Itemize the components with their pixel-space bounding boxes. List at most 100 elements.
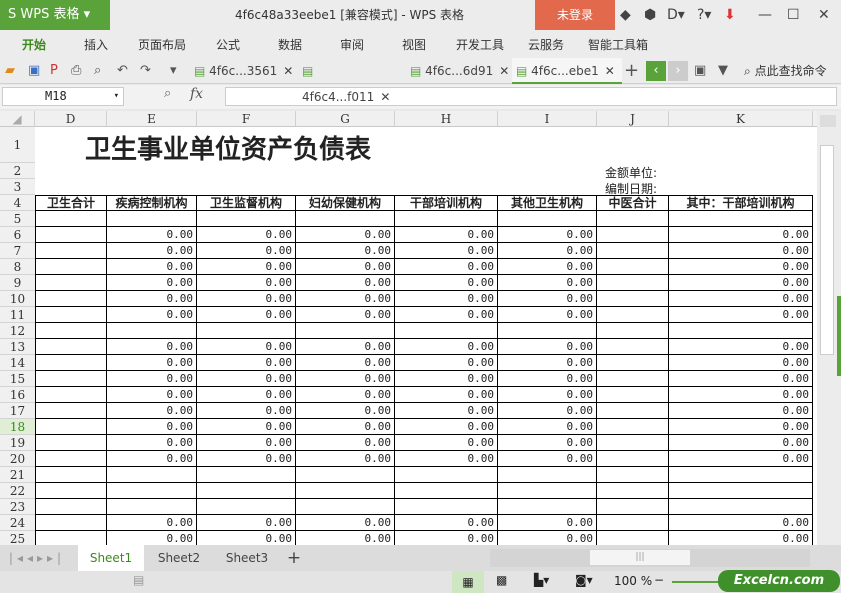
value-cell[interactable]: 0.00 (197, 339, 296, 355)
skin-icon[interactable]: ◆ (620, 0, 631, 30)
normal-view-icon[interactable]: ▦ (452, 571, 484, 593)
sheet-tab-sheet2[interactable]: Sheet2 (146, 545, 212, 571)
empty-cell[interactable] (498, 211, 597, 227)
column-header-I[interactable]: I (498, 111, 597, 127)
empty-cell[interactable] (395, 211, 498, 227)
search-command[interactable]: ⌕ 点此查找命令 (744, 58, 827, 84)
value-cell[interactable]: 0.00 (107, 259, 197, 275)
value-cell[interactable]: 0.00 (498, 531, 597, 545)
doc-tab[interactable]: ▤ 4f6c...3561 ✕ (190, 58, 294, 84)
empty-cell[interactable] (35, 339, 107, 355)
value-cell[interactable]: 0.00 (669, 387, 813, 403)
empty-cell[interactable] (35, 227, 107, 243)
settings-icon[interactable]: ⬢ (644, 0, 656, 30)
value-cell[interactable]: 0.00 (498, 435, 597, 451)
value-cell[interactable]: 0.00 (197, 387, 296, 403)
column-title-cell[interactable]: 其中：干部培训机构 (669, 195, 813, 211)
empty-cell[interactable] (498, 483, 597, 499)
hscroll-thumb[interactable]: ||| (590, 550, 690, 565)
value-cell[interactable]: 0.00 (197, 371, 296, 387)
menu-5[interactable]: 审阅 (340, 30, 364, 60)
value-cell[interactable]: 0.00 (395, 435, 498, 451)
empty-cell[interactable] (107, 499, 197, 515)
empty-cell[interactable] (597, 499, 669, 515)
add-sheet-button[interactable]: + (284, 545, 304, 571)
empty-cell[interactable] (296, 323, 395, 339)
column-header-E[interactable]: E (107, 111, 197, 127)
more-dropdown-icon[interactable]: ▾ (170, 58, 177, 84)
empty-cell[interactable] (597, 275, 669, 291)
doc-tab[interactable]: ▤ 4f6c...6d91 ✕ (406, 58, 510, 84)
value-cell[interactable]: 0.00 (669, 435, 813, 451)
empty-cell[interactable] (35, 291, 107, 307)
menu-2[interactable]: 页面布局 (138, 30, 186, 60)
empty-cell[interactable] (597, 483, 669, 499)
value-cell[interactable]: 0.00 (395, 243, 498, 259)
value-cell[interactable]: 0.00 (669, 515, 813, 531)
empty-cell[interactable] (107, 323, 197, 339)
value-cell[interactable]: 0.00 (296, 275, 395, 291)
value-cell[interactable]: 0.00 (395, 339, 498, 355)
empty-cell[interactable] (597, 307, 669, 323)
value-cell[interactable]: 0.00 (498, 419, 597, 435)
row-header-18[interactable]: 18 (0, 419, 35, 435)
row-header-19[interactable]: 19 (0, 435, 35, 451)
row-header-13[interactable]: 13 (0, 339, 35, 355)
empty-cell[interactable] (197, 211, 296, 227)
value-cell[interactable]: 0.00 (669, 307, 813, 323)
value-cell[interactable]: 0.00 (296, 243, 395, 259)
name-box[interactable]: M18 ▾ (2, 87, 124, 106)
value-cell[interactable]: 0.00 (197, 291, 296, 307)
value-cell[interactable]: 0.00 (197, 403, 296, 419)
value-cell[interactable]: 0.00 (197, 227, 296, 243)
login-button[interactable]: 未登录 (535, 0, 615, 30)
row-header-8[interactable]: 8 (0, 259, 35, 275)
value-cell[interactable]: 0.00 (669, 451, 813, 467)
value-cell[interactable]: 0.00 (395, 291, 498, 307)
empty-cell[interactable] (35, 371, 107, 387)
empty-cell[interactable] (498, 499, 597, 515)
value-cell[interactable]: 0.00 (296, 371, 395, 387)
column-title-cell[interactable]: 卫生监督机构 (197, 195, 296, 211)
download-icon[interactable]: ⬇ (724, 0, 736, 30)
empty-cell[interactable] (35, 451, 107, 467)
empty-cell[interactable] (107, 467, 197, 483)
menu-3[interactable]: 公式 (216, 30, 240, 60)
empty-cell[interactable] (35, 211, 107, 227)
empty-cell[interactable] (296, 211, 395, 227)
empty-cell[interactable] (597, 371, 669, 387)
horizontal-scrollbar[interactable]: ||| (490, 549, 810, 567)
value-cell[interactable]: 0.00 (669, 259, 813, 275)
empty-cell[interactable] (597, 323, 669, 339)
value-cell[interactable]: 0.00 (395, 227, 498, 243)
value-cell[interactable]: 0.00 (669, 339, 813, 355)
value-cell[interactable]: 0.00 (296, 419, 395, 435)
row-header-16[interactable]: 16 (0, 387, 35, 403)
feedback-icon[interactable]: D▾ (667, 0, 685, 30)
doc-tab[interactable]: ▤ 4f6c...ebe1 ✕ (512, 58, 622, 84)
value-cell[interactable]: 0.00 (669, 275, 813, 291)
value-cell[interactable]: 0.00 (296, 355, 395, 371)
value-cell[interactable]: 0.00 (197, 515, 296, 531)
empty-cell[interactable] (107, 483, 197, 499)
column-title-cell[interactable]: 干部培训机构 (395, 195, 498, 211)
page-break-view-icon[interactable]: ▩ (496, 573, 507, 587)
value-cell[interactable]: 0.00 (296, 259, 395, 275)
row-header-23[interactable]: 23 (0, 499, 35, 515)
value-cell[interactable]: 0.00 (296, 307, 395, 323)
value-cell[interactable]: 0.00 (498, 243, 597, 259)
empty-cell[interactable] (197, 467, 296, 483)
value-cell[interactable]: 0.00 (197, 243, 296, 259)
export-pdf-icon[interactable]: P (50, 58, 58, 84)
empty-cell[interactable] (669, 483, 813, 499)
value-cell[interactable]: 0.00 (669, 531, 813, 545)
menu-7[interactable]: 开发工具 (456, 30, 504, 60)
row-header-20[interactable]: 20 (0, 451, 35, 467)
minimize-button[interactable]: — (758, 0, 772, 30)
zoom-level[interactable]: 100 % (614, 574, 652, 588)
empty-cell[interactable] (669, 323, 813, 339)
value-cell[interactable]: 0.00 (107, 227, 197, 243)
value-cell[interactable]: 0.00 (296, 515, 395, 531)
row-header-14[interactable]: 14 (0, 355, 35, 371)
save-icon[interactable]: ▣ (28, 58, 40, 84)
